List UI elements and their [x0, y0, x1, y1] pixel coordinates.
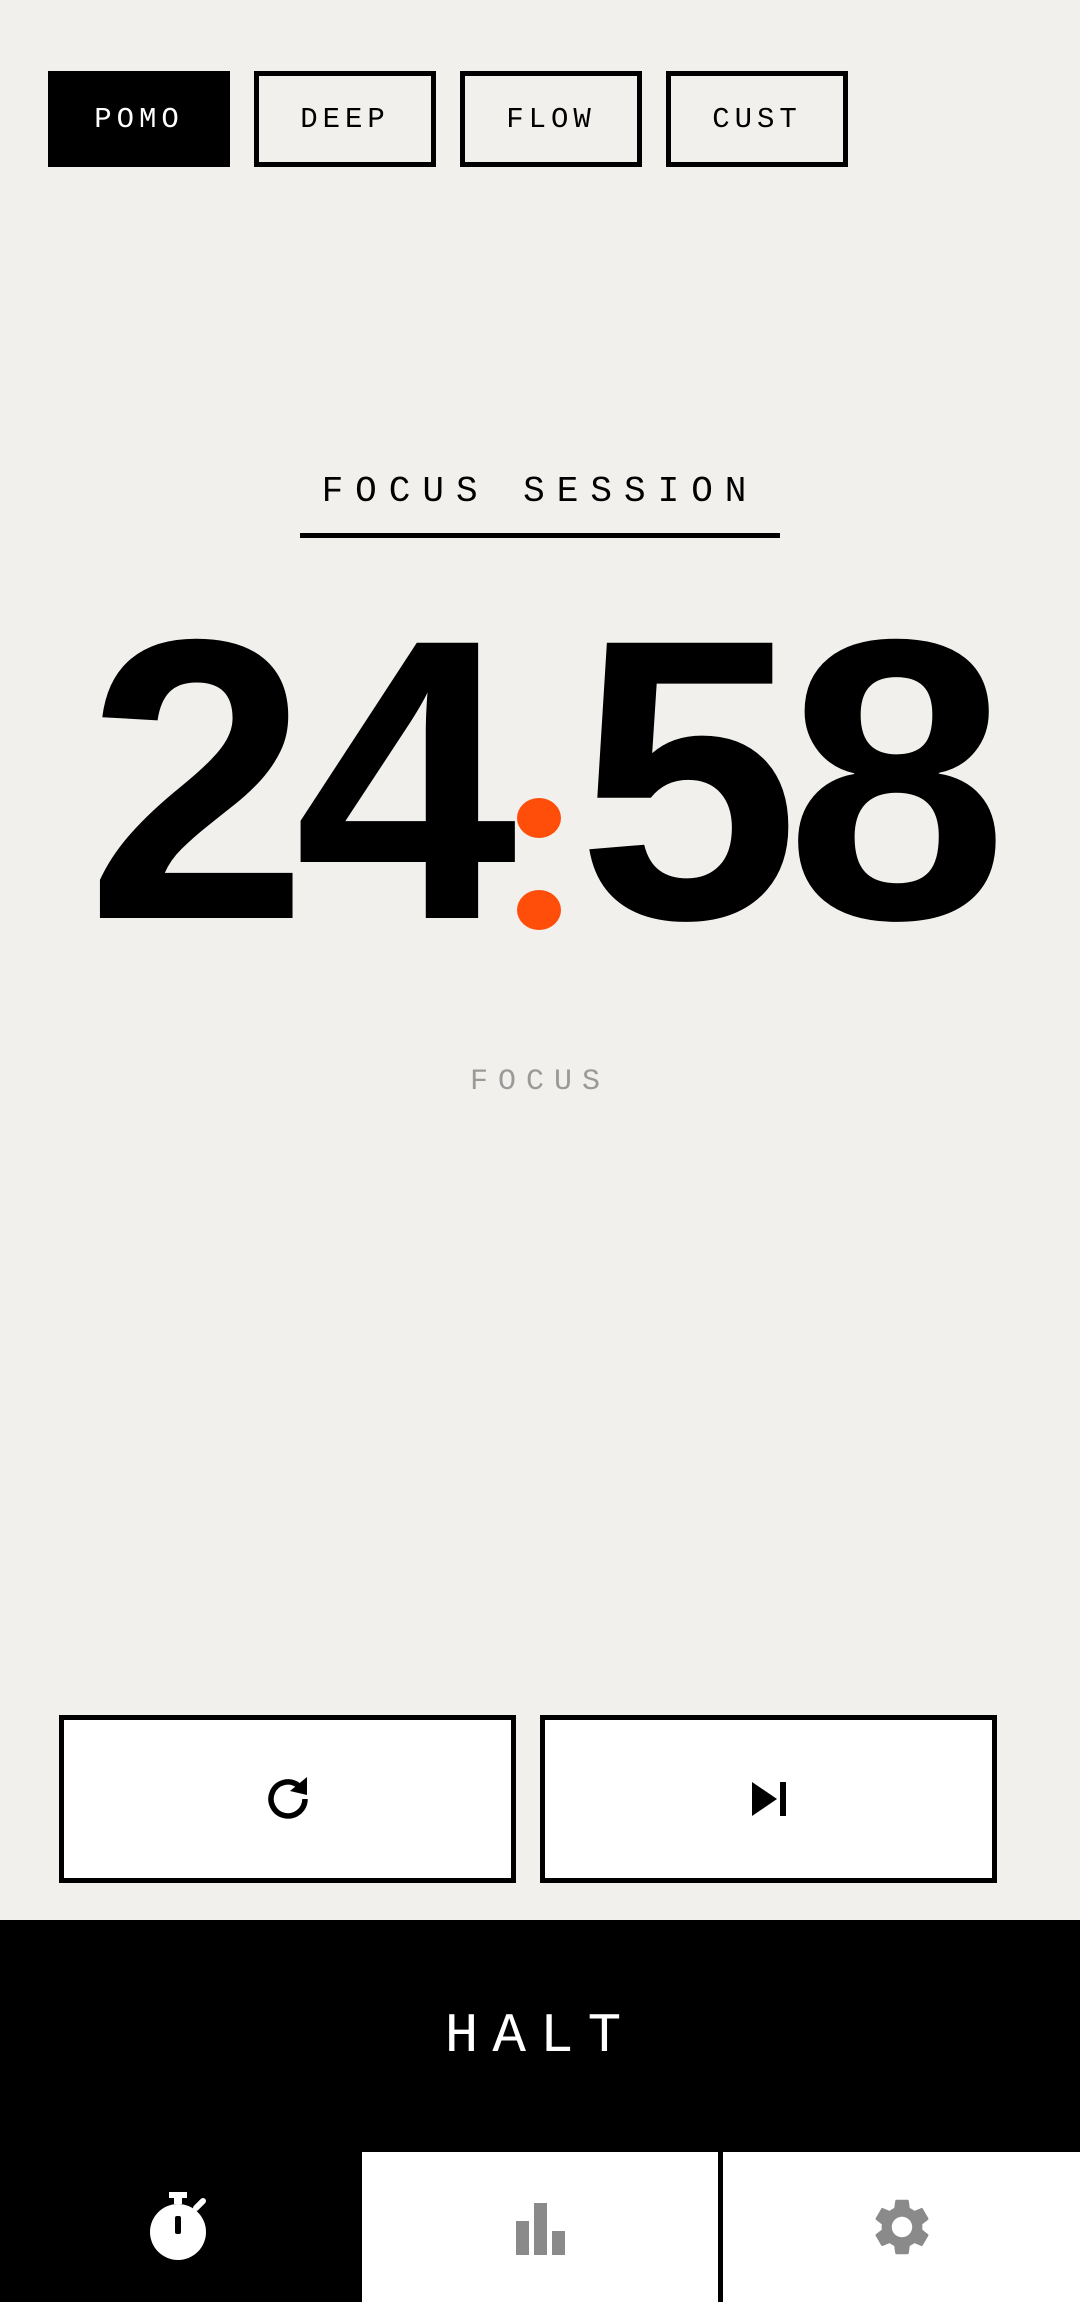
reset-button[interactable] — [59, 1715, 516, 1883]
controls — [59, 1715, 997, 1883]
colon-dot-bottom — [517, 890, 561, 930]
stopwatch-icon — [150, 2192, 207, 2260]
tab-flow[interactable]: FLOW — [460, 71, 642, 167]
halt-button[interactable]: HALT — [0, 1920, 1080, 2152]
gear-icon — [875, 2199, 929, 2255]
timer-display: 24 58 — [0, 580, 1080, 980]
nav-settings[interactable] — [723, 2152, 1080, 2302]
timer-colon — [503, 600, 577, 960]
timer-seconds: 58 — [577, 556, 1008, 1003]
bar-chart-icon — [516, 2203, 565, 2255]
tab-deep[interactable]: DEEP — [254, 71, 436, 167]
skip-button[interactable] — [540, 1715, 997, 1883]
mode-tabs: POMO DEEP FLOW CUST — [48, 71, 848, 167]
tab-cust[interactable]: CUST — [666, 71, 848, 167]
skip-next-icon — [751, 1782, 786, 1816]
nav-stats[interactable] — [361, 2152, 719, 2302]
colon-dot-top — [517, 798, 561, 838]
nav-timer[interactable] — [0, 2152, 357, 2302]
timer-minutes: 24 — [86, 556, 517, 1003]
session-title: FOCUS SESSION — [300, 462, 780, 538]
tab-pomo[interactable]: POMO — [48, 71, 230, 167]
reset-icon — [267, 1777, 308, 1819]
phase-label: FOCUS — [469, 1065, 610, 1099]
bottom-nav — [0, 2152, 1080, 2302]
